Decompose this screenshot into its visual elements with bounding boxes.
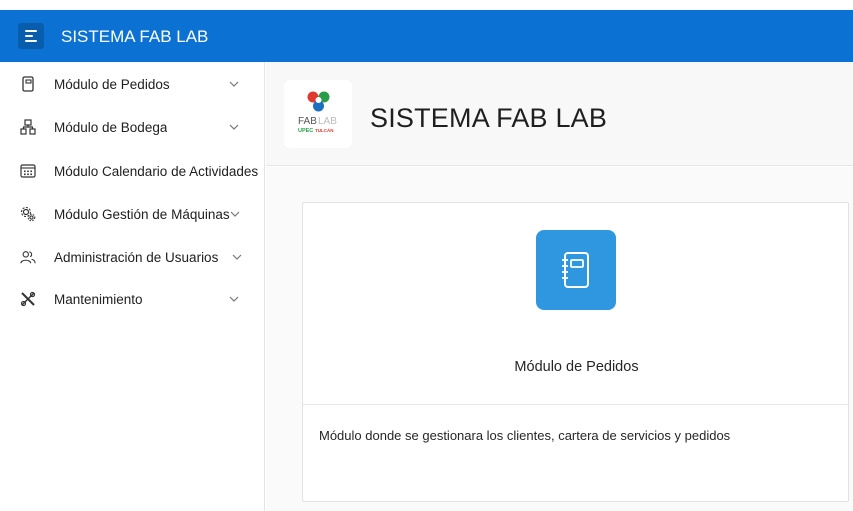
sidebar-item-label: Módulo de Pedidos bbox=[54, 76, 170, 92]
sidebar-item-maquinas[interactable]: Módulo Gestión de Máquinas bbox=[0, 194, 265, 234]
svg-text:UPEC: UPEC bbox=[298, 128, 313, 134]
chevron-down-icon bbox=[230, 211, 240, 217]
sidebar-item-label: Administración de Usuarios bbox=[54, 249, 219, 265]
top-navigation-bar: SISTEMA FAB LAB bbox=[0, 10, 853, 62]
users-icon bbox=[20, 249, 36, 265]
sidebar-item-mantenimiento[interactable]: Mantenimiento bbox=[0, 279, 265, 319]
sidebar-item-label: Módulo Calendario de Actividades bbox=[54, 163, 259, 179]
chevron-down-icon bbox=[229, 81, 239, 87]
tools-icon bbox=[20, 291, 36, 307]
sidebar-item-label: Mantenimiento bbox=[54, 291, 143, 307]
chevron-down-icon bbox=[232, 254, 242, 260]
chevron-down-icon bbox=[229, 296, 239, 302]
card-divider bbox=[303, 404, 848, 405]
svg-text:LAB: LAB bbox=[318, 116, 337, 127]
sidebar-item-usuarios[interactable]: Administración de Usuarios bbox=[0, 237, 265, 277]
sitemap-icon bbox=[20, 119, 36, 135]
calendar-icon bbox=[20, 163, 36, 179]
page-title: SISTEMA FAB LAB bbox=[370, 103, 608, 133]
notebook-icon bbox=[20, 76, 36, 92]
card-description: Módulo donde se gestionara los clientes,… bbox=[319, 428, 731, 443]
module-card[interactable]: Módulo de Pedidos Módulo donde se gestio… bbox=[302, 202, 849, 502]
main-content: Módulo de Pedidos Módulo donde se gestio… bbox=[266, 167, 853, 511]
page-header: FAB LAB UPEC TULCÁN SISTEMA FAB LAB bbox=[266, 62, 853, 166]
sidebar-item-bodega[interactable]: Módulo de Bodega bbox=[0, 107, 265, 147]
chevron-down-icon bbox=[229, 124, 239, 130]
card-title: Módulo de Pedidos bbox=[514, 359, 639, 375]
menu-toggle-button[interactable] bbox=[18, 23, 44, 49]
gears-icon bbox=[20, 206, 36, 222]
sidebar-item-label: Módulo Gestión de Máquinas bbox=[54, 206, 230, 222]
app-title[interactable]: SISTEMA FAB LAB bbox=[61, 27, 208, 47]
notebook-icon bbox=[536, 230, 616, 310]
sidebar-item-label: Módulo de Bodega bbox=[54, 119, 168, 135]
sidebar: Módulo de Pedidos Módulo de Bodega Módul… bbox=[0, 62, 265, 511]
fablab-logo: FAB LAB UPEC TULCÁN bbox=[284, 80, 352, 148]
svg-text:TULCÁN: TULCÁN bbox=[315, 127, 334, 133]
sidebar-item-pedidos[interactable]: Módulo de Pedidos bbox=[0, 64, 265, 104]
sidebar-item-calendario[interactable]: Módulo Calendario de Actividades bbox=[0, 151, 265, 191]
svg-text:FAB: FAB bbox=[298, 116, 317, 127]
